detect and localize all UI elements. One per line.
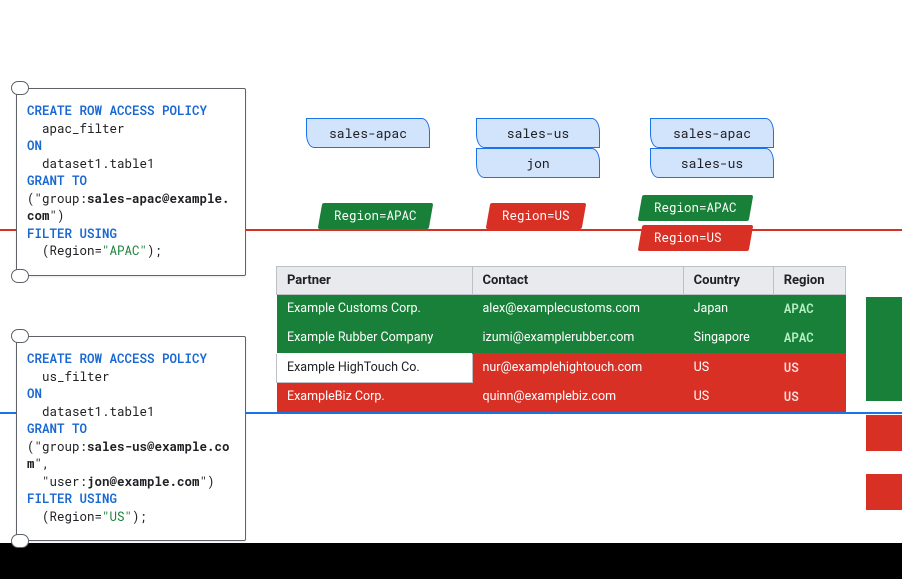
table-cell: Example Customs Corp. bbox=[277, 295, 473, 324]
flag-sales-us: sales-us bbox=[476, 118, 600, 148]
filter-chip-apac: Region=APAC bbox=[318, 203, 433, 229]
table-cell: ExampleBiz Corp. bbox=[277, 382, 473, 411]
filter-banner-center: Region=US bbox=[488, 203, 584, 229]
col-partner: Partner bbox=[277, 267, 473, 295]
group-flags-center: sales-us jon bbox=[476, 118, 600, 178]
col-country: Country bbox=[683, 267, 773, 295]
scroll-curl-icon bbox=[11, 534, 29, 548]
col-contact: Contact bbox=[472, 267, 683, 295]
results-table: Partner Contact Country Region Example C… bbox=[276, 266, 846, 412]
scroll-curl-icon bbox=[11, 269, 29, 283]
flag-sales-us: sales-us bbox=[650, 148, 774, 178]
table-cell: izumi@examplerubber.com bbox=[472, 324, 683, 353]
table-cell: US bbox=[773, 353, 845, 382]
table-cell: Example Rubber Company bbox=[277, 324, 473, 353]
table-cell: Japan bbox=[683, 295, 773, 324]
policy-apac-card: CREATE ROW ACCESS POLICY apac_filter ON … bbox=[16, 88, 246, 276]
group-flags-left: sales-apac bbox=[306, 118, 430, 148]
group-flags-right: sales-apac sales-us bbox=[650, 118, 774, 178]
flag-sales-apac: sales-apac bbox=[650, 118, 774, 148]
col-region: Region bbox=[773, 267, 845, 295]
filter-chip-apac: Region=APAC bbox=[638, 195, 753, 221]
scroll-curl-icon bbox=[11, 81, 29, 95]
table-cell: nur@examplehightouch.com bbox=[472, 353, 683, 382]
table-cell: Singapore bbox=[683, 324, 773, 353]
table-cell: APAC bbox=[773, 295, 845, 324]
policy-us-card: CREATE ROW ACCESS POLICY us_filter ON da… bbox=[16, 336, 246, 541]
table-cell: alex@examplecustoms.com bbox=[472, 295, 683, 324]
scroll-curl-icon bbox=[11, 329, 29, 343]
table-cell: Example HighTouch Co. bbox=[277, 353, 473, 382]
filter-chip-us: Region=US bbox=[638, 225, 753, 251]
table-header-row: Partner Contact Country Region bbox=[277, 267, 846, 295]
table-cell: US bbox=[773, 382, 845, 411]
flag-sales-apac: sales-apac bbox=[306, 118, 430, 148]
table-row: Example HighTouch Co.nur@examplehightouc… bbox=[277, 353, 846, 382]
table-cell: quinn@examplebiz.com bbox=[472, 382, 683, 411]
table-row: ExampleBiz Corp.quinn@examplebiz.comUSUS bbox=[277, 382, 846, 411]
table-cell: US bbox=[683, 353, 773, 382]
flag-jon: jon bbox=[476, 148, 600, 178]
policy-apac-sql: CREATE ROW ACCESS POLICY apac_filter ON … bbox=[17, 89, 245, 275]
table-row: Example Rubber Companyizumi@examplerubbe… bbox=[277, 324, 846, 353]
policy-us-sql: CREATE ROW ACCESS POLICY us_filter ON da… bbox=[17, 337, 245, 540]
table-cell: US bbox=[683, 382, 773, 411]
filter-chip-us: Region=US bbox=[486, 203, 586, 229]
table-cell: APAC bbox=[773, 324, 845, 353]
bottom-band bbox=[0, 543, 902, 579]
table-row: Example Customs Corp.alex@examplecustoms… bbox=[277, 295, 846, 324]
filter-banner-left: Region=APAC bbox=[320, 203, 431, 229]
filter-banner-right: Region=APAC Region=US bbox=[640, 195, 751, 251]
